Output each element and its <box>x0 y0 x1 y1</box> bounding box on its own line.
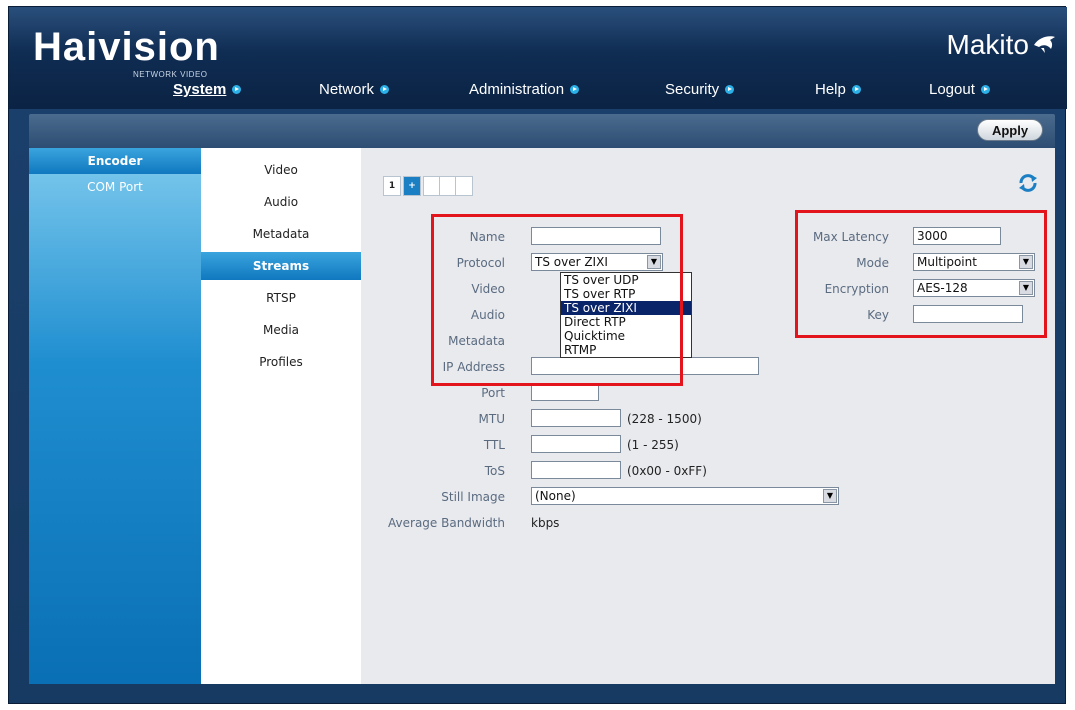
haivision-logo: Haivision <box>33 25 220 69</box>
encryption-select-value: AES-128 <box>917 281 968 295</box>
chevron-down-icon: ▼ <box>647 255 661 269</box>
nav-security[interactable]: Security <box>665 81 735 98</box>
stream-tab-1[interactable]: 1 <box>383 176 401 196</box>
nav-help[interactable]: Help <box>815 81 861 98</box>
sidebar-item-encoder[interactable]: Encoder <box>29 148 201 174</box>
mode-select-value: Multipoint <box>917 255 977 269</box>
tos-range-hint: (0x00 - 0xFF) <box>627 464 707 478</box>
arrow-circle-icon <box>980 85 990 94</box>
left-sidebar: Encoder COM Port <box>29 148 201 684</box>
chevron-down-icon: ▼ <box>1019 281 1033 295</box>
subnav-item-audio[interactable]: Audio <box>201 188 361 216</box>
protocol-option-selected[interactable]: TS over ZIXI <box>561 301 691 315</box>
ip-address-label: IP Address <box>442 360 505 374</box>
arrow-circle-icon <box>725 85 735 94</box>
app-window: Haivision NETWORK VIDEO Makito System Ne… <box>8 6 1067 704</box>
mode-label: Mode <box>856 256 889 270</box>
protocol-option[interactable]: Quicktime <box>561 329 691 343</box>
still-image-select[interactable]: (None) ▼ <box>531 487 839 505</box>
product-brand: Makito <box>946 29 1029 60</box>
chevron-down-icon: ▼ <box>823 489 837 503</box>
sub-navigation: Video Audio Metadata Streams RTSP Media … <box>201 148 361 684</box>
toolbar: Apply <box>29 114 1055 148</box>
average-bandwidth-value: kbps <box>531 516 560 530</box>
refresh-icon[interactable] <box>1017 172 1039 194</box>
metadata-label: Metadata <box>448 334 505 348</box>
name-label: Name <box>469 230 505 244</box>
nav-network[interactable]: Network <box>319 81 390 98</box>
arrow-circle-icon <box>232 85 242 94</box>
nav-network-label: Network <box>319 81 375 98</box>
subnav-item-video[interactable]: Video <box>201 156 361 184</box>
nav-help-label: Help <box>815 81 846 98</box>
nav-security-label: Security <box>665 81 720 98</box>
add-stream-tab[interactable]: + <box>403 176 421 196</box>
sidebar-item-com-port[interactable]: COM Port <box>29 174 201 200</box>
shark-icon <box>1034 36 1055 53</box>
apply-button[interactable]: Apply <box>977 119 1043 141</box>
average-bandwidth-label: Average Bandwidth <box>388 516 505 530</box>
name-input[interactable] <box>531 227 661 245</box>
nav-logout[interactable]: Logout <box>929 81 990 98</box>
subnav-item-streams[interactable]: Streams <box>201 252 361 280</box>
subnav-item-rtsp[interactable]: RTSP <box>201 284 361 312</box>
protocol-option[interactable]: RTMP <box>561 343 691 357</box>
main-panel: 1 + Name Protocol TS over ZIXI ▼ Video A… <box>361 148 1055 684</box>
tos-label: ToS <box>484 464 505 478</box>
nav-system-label: System <box>173 81 227 98</box>
protocol-select[interactable]: TS over ZIXI ▼ <box>531 253 663 271</box>
protocol-label: Protocol <box>456 256 505 270</box>
protocol-dropdown-list: TS over UDP TS over RTP TS over ZIXI Dir… <box>560 272 692 358</box>
port-input[interactable] <box>531 383 599 401</box>
protocol-option[interactable]: Direct RTP <box>561 315 691 329</box>
encryption-label: Encryption <box>824 282 889 296</box>
logo-subtitle: NETWORK VIDEO <box>133 70 208 79</box>
arrow-circle-icon <box>851 85 861 94</box>
subnav-item-profiles[interactable]: Profiles <box>201 348 361 376</box>
arrow-circle-icon <box>570 85 580 94</box>
subnav-item-metadata[interactable]: Metadata <box>201 220 361 248</box>
nav-administration-label: Administration <box>469 81 565 98</box>
key-label: Key <box>867 308 889 322</box>
arrow-circle-icon <box>380 85 390 94</box>
mtu-input[interactable] <box>531 409 621 427</box>
mtu-range-hint: (228 - 1500) <box>627 412 702 426</box>
ip-address-input[interactable] <box>531 357 759 375</box>
protocol-option[interactable]: TS over UDP <box>561 273 691 287</box>
still-image-value: (None) <box>535 489 576 503</box>
chevron-down-icon: ▼ <box>1019 255 1033 269</box>
ttl-range-hint: (1 - 255) <box>627 438 679 452</box>
ttl-input[interactable] <box>531 435 621 453</box>
mode-select[interactable]: Multipoint ▼ <box>913 253 1035 271</box>
still-image-label: Still Image <box>441 490 505 504</box>
header: Haivision NETWORK VIDEO Makito System Ne… <box>9 7 1067 109</box>
port-label: Port <box>481 386 505 400</box>
nav-system[interactable]: System <box>173 81 242 98</box>
empty-stream-slot <box>455 176 473 196</box>
video-label: Video <box>471 282 505 296</box>
tos-input[interactable] <box>531 461 621 479</box>
subnav-item-media[interactable]: Media <box>201 316 361 344</box>
key-input[interactable] <box>913 305 1023 323</box>
ttl-label: TTL <box>483 438 505 452</box>
nav-logout-label: Logout <box>929 81 975 98</box>
protocol-option[interactable]: TS over RTP <box>561 287 691 301</box>
protocol-select-value: TS over ZIXI <box>535 255 608 269</box>
max-latency-input[interactable] <box>913 227 1001 245</box>
max-latency-label: Max Latency <box>812 230 889 244</box>
mtu-label: MTU <box>478 412 505 426</box>
nav-administration[interactable]: Administration <box>469 81 580 98</box>
content-area: Encoder COM Port Video Audio Metadata St… <box>29 148 1055 684</box>
encryption-select[interactable]: AES-128 ▼ <box>913 279 1035 297</box>
audio-label: Audio <box>470 308 505 322</box>
